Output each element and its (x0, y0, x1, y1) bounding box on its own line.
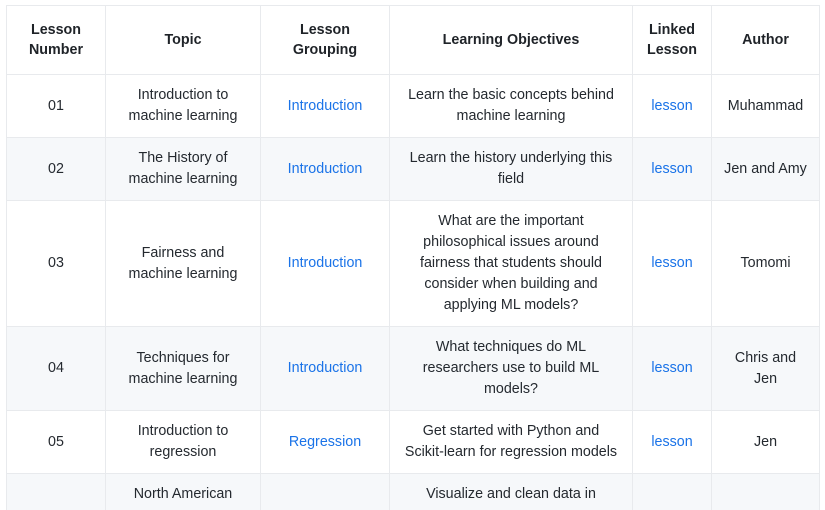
table-row: 03 Fairness and machine learning Introdu… (6, 200, 820, 328)
header-line-1: Linked (648, 22, 696, 38)
cell-topic: Fairness and machine learning (105, 200, 261, 328)
column-header-lesson-number: Lesson Number (6, 4, 106, 76)
header-line-1: Lesson (299, 22, 351, 38)
cell-learning-objectives: Get started with Python and Scikit-learn… (389, 410, 633, 475)
cell-lesson-number: 02 (6, 137, 106, 202)
cell-linked-lesson: lesson (632, 326, 712, 412)
cell-lesson-number: 05 (6, 410, 106, 475)
header-row: Lesson Number Topic Lesson Grouping Lear… (6, 4, 820, 76)
lesson-grouping-link[interactable]: Regression (289, 434, 361, 450)
table-row: 01 Introduction to machine learning Intr… (6, 74, 820, 139)
header-line-1: Lesson (30, 22, 82, 38)
linked-lesson-link[interactable]: lesson (651, 434, 692, 450)
header-line-2: Lesson (646, 42, 698, 59)
cell-lesson-number: 03 (6, 200, 106, 328)
cell-topic: Introduction to machine learning (105, 74, 261, 139)
cell-learning-objectives: Learn the basic concepts behind machine … (389, 74, 633, 139)
cell-lesson-grouping: Regression (260, 410, 390, 475)
column-header-learning-objectives: Learning Objectives (389, 4, 633, 76)
cell-learning-objectives: Visualize and clean data in (389, 473, 633, 510)
column-header-topic: Topic (105, 4, 261, 76)
page-root: Lesson Number Topic Lesson Grouping Lear… (0, 0, 825, 510)
lesson-grouping-link[interactable]: Introduction (288, 255, 363, 271)
cell-learning-objectives: Learn the history underlying this field (389, 137, 633, 202)
lesson-grouping-link[interactable]: Introduction (288, 98, 363, 114)
table-body: 01 Introduction to machine learning Intr… (6, 74, 820, 510)
cell-lesson-number: 04 (6, 326, 106, 412)
cell-linked-lesson: lesson (632, 200, 712, 328)
table-row: 04 Techniques for machine learning Intro… (6, 326, 820, 412)
cell-author: Chris and Jen (711, 326, 820, 412)
linked-lesson-link[interactable]: lesson (651, 98, 692, 114)
cell-learning-objectives: What techniques do ML researchers use to… (389, 326, 633, 412)
cell-topic: The History of machine learning (105, 137, 261, 202)
cell-author: Jen and Amy (711, 137, 820, 202)
cell-lesson-grouping: Introduction (260, 137, 390, 202)
table-row: 02 The History of machine learning Intro… (6, 137, 820, 202)
cell-lesson-number (6, 473, 106, 510)
cell-learning-objectives: What are the important philosophical iss… (389, 200, 633, 328)
table-header: Lesson Number Topic Lesson Grouping Lear… (6, 4, 820, 76)
header-line-2: Grouping (292, 42, 358, 59)
column-header-author: Author (711, 4, 820, 76)
cell-author: Jen (711, 410, 820, 475)
lesson-grouping-link[interactable]: Introduction (288, 161, 363, 177)
table-row: 05 Introduction to regression Regression… (6, 410, 820, 475)
lesson-curriculum-table: Lesson Number Topic Lesson Grouping Lear… (6, 4, 820, 510)
cell-lesson-grouping: Introduction (260, 200, 390, 328)
cell-linked-lesson: lesson (632, 137, 712, 202)
cell-author (711, 473, 820, 510)
cell-topic: North American (105, 473, 261, 510)
table-row: North American Visualize and clean data … (6, 473, 820, 510)
cell-lesson-number: 01 (6, 74, 106, 139)
column-header-lesson-grouping: Lesson Grouping (260, 4, 390, 76)
cell-author: Muhammad (711, 74, 820, 139)
lesson-grouping-link[interactable]: Introduction (288, 360, 363, 376)
cell-topic: Introduction to regression (105, 410, 261, 475)
cell-linked-lesson: lesson (632, 410, 712, 475)
linked-lesson-link[interactable]: lesson (651, 255, 692, 271)
table-container: Lesson Number Topic Lesson Grouping Lear… (6, 4, 820, 510)
cell-topic: Techniques for machine learning (105, 326, 261, 412)
linked-lesson-link[interactable]: lesson (651, 360, 692, 376)
cell-linked-lesson (632, 473, 712, 510)
cell-lesson-grouping: Introduction (260, 74, 390, 139)
linked-lesson-link[interactable]: lesson (651, 161, 692, 177)
cell-author: Tomomi (711, 200, 820, 328)
header-line-2: Number (28, 42, 84, 59)
cell-lesson-grouping (260, 473, 390, 510)
column-header-linked-lesson: Linked Lesson (632, 4, 712, 76)
cell-lesson-grouping: Introduction (260, 326, 390, 412)
cell-linked-lesson: lesson (632, 74, 712, 139)
